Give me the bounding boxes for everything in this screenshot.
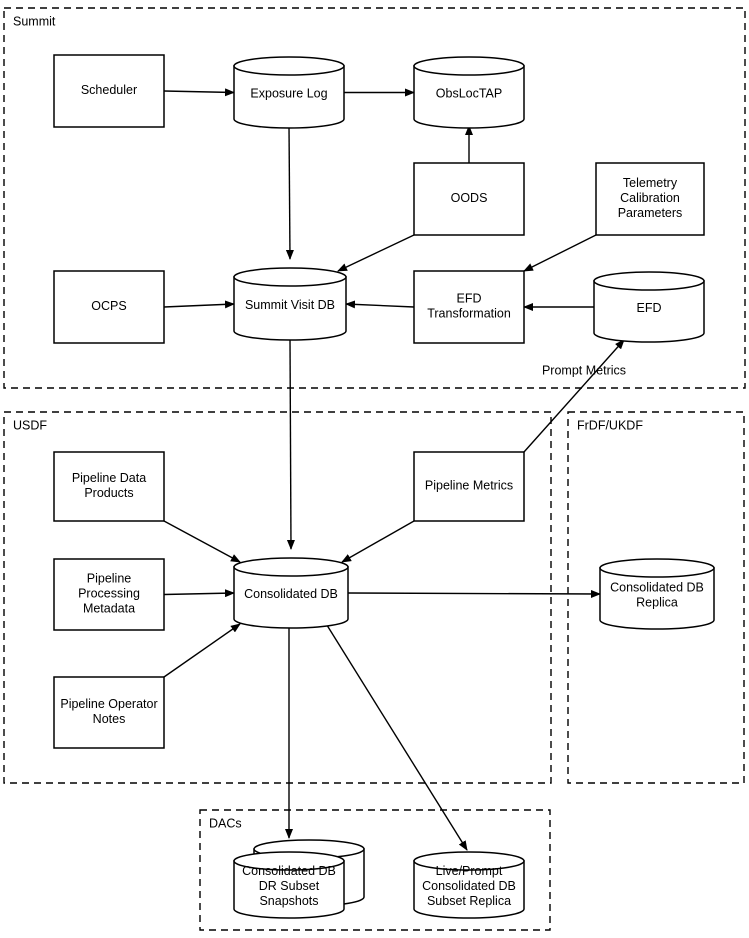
- node-top-consolidated_db_replica: [599, 558, 715, 578]
- edge-pipeline-data-to-consolidated-db: [163, 520, 241, 563]
- edge-summit-visit-db-to-consolidated-db: [286, 337, 295, 550]
- node-consolidated_db_replica: Consolidated DB Replica: [599, 558, 715, 630]
- node-top-summit_visit_db: [233, 267, 347, 287]
- node-dr_subset_snapshots: Consolidated DB DR Subset Snapshots: [233, 839, 365, 919]
- nodes-layer: Scheduler Exposure Log ObsLocTAP OODS Teleme…: [53, 54, 715, 919]
- node-top-efd: [593, 271, 705, 291]
- node-pipeline_data: Pipeline Data Products: [53, 451, 165, 522]
- node-obsloctap: ObsLocTAP: [413, 56, 525, 129]
- node-top-obsloctap: [413, 56, 525, 76]
- zone-label-usdf: USDF: [13, 418, 47, 432]
- edge-exposure-log-to-summit-visit-db: [285, 125, 294, 260]
- architecture-diagram: Summit USDF FrDF/UKDF DACs Scheduler Exposur…: [0, 0, 749, 938]
- edge-pipeline-metrics-to-efd: [523, 339, 625, 453]
- node-exposure_log: Exposure Log: [233, 56, 345, 129]
- edge-pipeline-op-notes-to-consolidated-db: [163, 623, 241, 678]
- zone-label-frdf_ukdf: FrDF/UKDF: [577, 418, 643, 432]
- node-efd: EFD: [593, 271, 705, 343]
- edge-pipeline-metrics-to-consolidated-db: [341, 520, 415, 563]
- node-label-telemetry_cal: Telemetry Calibration Parameters: [618, 176, 683, 220]
- edge-ocps-to-summit-visit-db: [163, 300, 235, 309]
- node-label-consolidated_db: Consolidated DB: [244, 587, 338, 601]
- node-label-summit_visit_db: Summit Visit DB: [245, 298, 335, 312]
- zone-label-dacs: DACs: [209, 816, 242, 830]
- edge-consolidated-db-to-consolidated-db-replica: [347, 589, 601, 598]
- node-pipeline_metrics: Pipeline Metrics: [413, 451, 525, 522]
- edge-oods-to-summit-visit-db: [337, 234, 415, 272]
- node-label-efd: EFD: [637, 301, 662, 315]
- node-label-scheduler: Scheduler: [81, 83, 137, 97]
- node-oods: OODS: [413, 162, 525, 236]
- node-label-live_prompt_replica: Live/Prompt Consolidated DB Subset Replica: [422, 864, 516, 908]
- node-label-pipeline_metrics: Pipeline Metrics: [425, 479, 513, 493]
- edge-pipeline-proc-meta-to-consolidated-db: [163, 589, 235, 598]
- edge-consolidated-db-to-live-prompt-replica: [324, 621, 468, 851]
- node-summit_visit_db: Summit Visit DB: [233, 267, 347, 341]
- edge-labels-layer: Prompt Metrics: [542, 363, 626, 377]
- node-top-consolidated_db: [233, 557, 349, 577]
- node-live_prompt_replica: Live/Prompt Consolidated DB Subset Replica: [413, 851, 525, 919]
- node-pipeline_proc_meta: Pipeline Processing Metadata: [53, 558, 165, 631]
- node-ocps: OCPS: [53, 270, 165, 344]
- zone-label-summit: Summit: [13, 14, 56, 28]
- edge-label-prompt_metrics: Prompt Metrics: [542, 363, 626, 377]
- node-efd_transformation: EFD Transformation: [413, 270, 525, 344]
- node-label-oods: OODS: [451, 191, 488, 205]
- node-pipeline_op_notes: Pipeline Operator Notes: [53, 676, 165, 749]
- edges-layer: [163, 88, 625, 851]
- node-label-ocps: OCPS: [91, 299, 126, 313]
- node-consolidated_db: Consolidated DB: [233, 557, 349, 629]
- node-scheduler: Scheduler: [53, 54, 165, 128]
- edge-telemetry-cal-to-efd-transformation: [523, 234, 597, 272]
- edge-efd-transformation-to-summit-visit-db: [345, 300, 415, 309]
- node-label-obsloctap: ObsLocTAP: [436, 87, 502, 101]
- node-top-exposure_log: [233, 56, 345, 76]
- edge-scheduler-to-exposure-log: [163, 88, 235, 97]
- diagram-canvas: Summit USDF FrDF/UKDF DACs Scheduler Exposur…: [3, 7, 746, 931]
- node-label-pipeline_proc_meta: Pipeline Processing Metadata: [78, 572, 140, 616]
- node-telemetry_cal: Telemetry Calibration Parameters: [595, 162, 705, 236]
- node-label-exposure_log: Exposure Log: [250, 87, 327, 101]
